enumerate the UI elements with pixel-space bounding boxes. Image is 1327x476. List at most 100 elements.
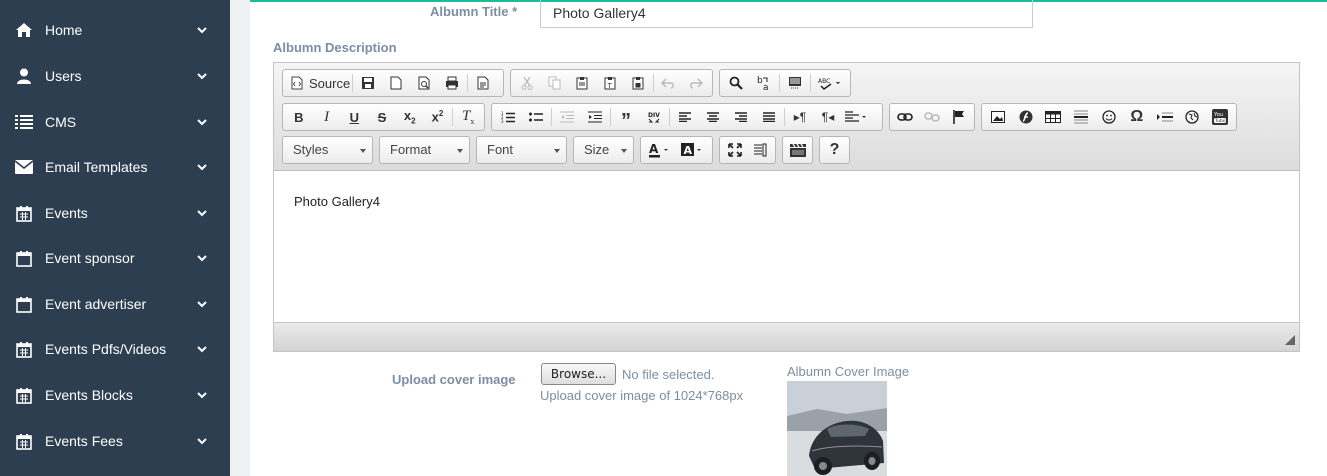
paste-text-button[interactable]: T bbox=[596, 70, 624, 96]
rtl-button[interactable]: ¶◂ bbox=[814, 104, 842, 130]
spell-check-button[interactable]: ABC bbox=[812, 70, 848, 96]
video-button[interactable] bbox=[785, 137, 810, 163]
create-div-button[interactable]: DIV bbox=[640, 104, 668, 130]
styles-combo-label: Styles bbox=[293, 142, 329, 157]
strike-button[interactable]: S bbox=[368, 104, 396, 130]
horizontal-rule-button[interactable] bbox=[1067, 104, 1095, 130]
indent-button[interactable] bbox=[581, 104, 609, 130]
ltr-button[interactable]: ▸¶ bbox=[786, 104, 814, 130]
replace-button[interactable]: ba bbox=[750, 70, 778, 96]
chevron-down-icon bbox=[197, 119, 207, 126]
undo-button[interactable] bbox=[655, 70, 683, 96]
help-toolbar-group: ? bbox=[819, 136, 850, 164]
format-combo[interactable]: Format bbox=[379, 136, 470, 164]
paste-icon bbox=[576, 77, 588, 90]
special-char-button[interactable]: Ω bbox=[1123, 104, 1151, 130]
new-page-button[interactable] bbox=[382, 70, 410, 96]
resize-grip-icon[interactable] bbox=[1285, 335, 1295, 345]
sidebar-item-events-blocks[interactable]: Events Blocks bbox=[0, 375, 230, 415]
anchor-button[interactable] bbox=[945, 104, 972, 130]
find-button[interactable] bbox=[722, 70, 750, 96]
format-combo-label: Format bbox=[390, 142, 432, 157]
italic-button[interactable]: I bbox=[313, 104, 341, 130]
unlink-button[interactable] bbox=[919, 104, 946, 130]
toolbar-separator bbox=[784, 108, 785, 126]
new-page-icon bbox=[390, 76, 402, 90]
text-color-button[interactable]: A bbox=[643, 137, 677, 163]
upload-cover-image-label: Upload cover image bbox=[392, 372, 516, 387]
numbered-list-button[interactable]: 123 bbox=[494, 104, 522, 130]
editor-content-area[interactable]: Photo Gallery4 bbox=[274, 172, 1299, 322]
upload-hint-text: Upload cover image of 1024*768px bbox=[540, 388, 744, 403]
toolbar-separator bbox=[551, 108, 552, 126]
show-blocks-button[interactable] bbox=[748, 137, 774, 163]
sidebar-item-label: Email Templates bbox=[45, 159, 148, 175]
sidebar-item-event-sponsor[interactable]: Event sponsor bbox=[0, 238, 230, 278]
styles-combo[interactable]: Styles bbox=[282, 136, 373, 164]
select-all-button[interactable] bbox=[781, 70, 809, 96]
editor-content-text[interactable]: Photo Gallery4 bbox=[294, 194, 1279, 209]
paragraph-toolbar-group: 123 ” DIV ▸¶ ¶◂ bbox=[491, 103, 883, 132]
browse-button[interactable]: Browse... bbox=[541, 363, 616, 385]
chevron-down-icon bbox=[197, 392, 207, 399]
copy-button[interactable] bbox=[541, 70, 569, 96]
superscript-button[interactable]: x2 bbox=[424, 104, 452, 130]
smiley-button[interactable] bbox=[1095, 104, 1123, 130]
dropdown-arrow-icon bbox=[457, 149, 463, 153]
sidebar-item-email-templates[interactable]: Email Templates bbox=[0, 147, 230, 187]
bulleted-list-button[interactable] bbox=[522, 104, 550, 130]
sidebar-item-events-pdfs-videos[interactable]: Events Pdfs/Videos bbox=[0, 329, 230, 369]
paste-button[interactable] bbox=[568, 70, 596, 96]
outdent-button[interactable] bbox=[553, 104, 581, 130]
font-combo[interactable]: Font bbox=[476, 136, 567, 164]
iframe-button[interactable] bbox=[1178, 104, 1206, 130]
paste-text-icon: T bbox=[604, 77, 616, 90]
sidebar-item-cms[interactable]: CMS bbox=[0, 102, 230, 142]
sidebar-item-label: Events Pdfs/Videos bbox=[45, 341, 167, 357]
paste-word-button[interactable] bbox=[624, 70, 652, 96]
sidebar-item-events[interactable]: Events bbox=[0, 193, 230, 233]
remove-format-icon: Tx bbox=[461, 108, 475, 126]
flag-icon bbox=[952, 110, 964, 124]
sidebar-item-users[interactable]: Users bbox=[0, 56, 230, 96]
redo-button[interactable] bbox=[682, 70, 710, 96]
language-button[interactable] bbox=[842, 104, 872, 130]
align-left-button[interactable] bbox=[671, 104, 699, 130]
templates-icon bbox=[477, 76, 489, 90]
sidebar-item-event-advertiser[interactable]: Event advertiser bbox=[0, 284, 230, 324]
redo-icon bbox=[690, 78, 704, 89]
blockquote-button[interactable]: ” bbox=[612, 104, 640, 132]
justify-button[interactable] bbox=[755, 104, 783, 130]
sidebar-item-home[interactable]: Home bbox=[0, 10, 230, 50]
align-center-button[interactable] bbox=[699, 104, 727, 130]
sidebar-item-label: Events Blocks bbox=[45, 387, 133, 403]
print-button[interactable] bbox=[438, 70, 466, 96]
background-color-button[interactable]: A bbox=[677, 137, 711, 163]
editing-toolbar-group: ba ABC bbox=[719, 69, 851, 97]
bold-button[interactable]: B bbox=[285, 104, 313, 130]
size-combo[interactable]: Size bbox=[573, 136, 634, 164]
preview-button[interactable] bbox=[410, 70, 438, 96]
paste-word-icon bbox=[632, 77, 644, 90]
align-right-button[interactable] bbox=[727, 104, 755, 130]
cut-button[interactable] bbox=[513, 70, 541, 96]
sidebar-nav: Home Users CMS Email Templates Events Ev… bbox=[0, 0, 230, 476]
sidebar-item-events-fees[interactable]: Events Fees bbox=[0, 421, 230, 461]
page-break-button[interactable] bbox=[1151, 104, 1179, 130]
youtube-button[interactable]: You Tube bbox=[1206, 104, 1234, 130]
underline-button[interactable]: U bbox=[340, 104, 368, 130]
table-button[interactable] bbox=[1040, 104, 1068, 130]
save-button[interactable] bbox=[354, 70, 382, 96]
subscript-button[interactable]: x2 bbox=[396, 104, 424, 130]
maximize-button[interactable] bbox=[722, 137, 748, 163]
show-blocks-icon bbox=[754, 143, 767, 157]
link-button[interactable] bbox=[892, 104, 919, 130]
albumn-title-input[interactable]: Photo Gallery4 bbox=[540, 0, 1033, 28]
remove-format-button[interactable]: Tx bbox=[454, 104, 482, 130]
flash-button[interactable] bbox=[1012, 104, 1040, 130]
image-button[interactable] bbox=[984, 104, 1012, 130]
strike-icon: S bbox=[377, 109, 387, 125]
source-button[interactable]: Source bbox=[285, 70, 351, 96]
templates-button[interactable] bbox=[469, 70, 497, 96]
help-button[interactable]: ? bbox=[822, 137, 847, 163]
